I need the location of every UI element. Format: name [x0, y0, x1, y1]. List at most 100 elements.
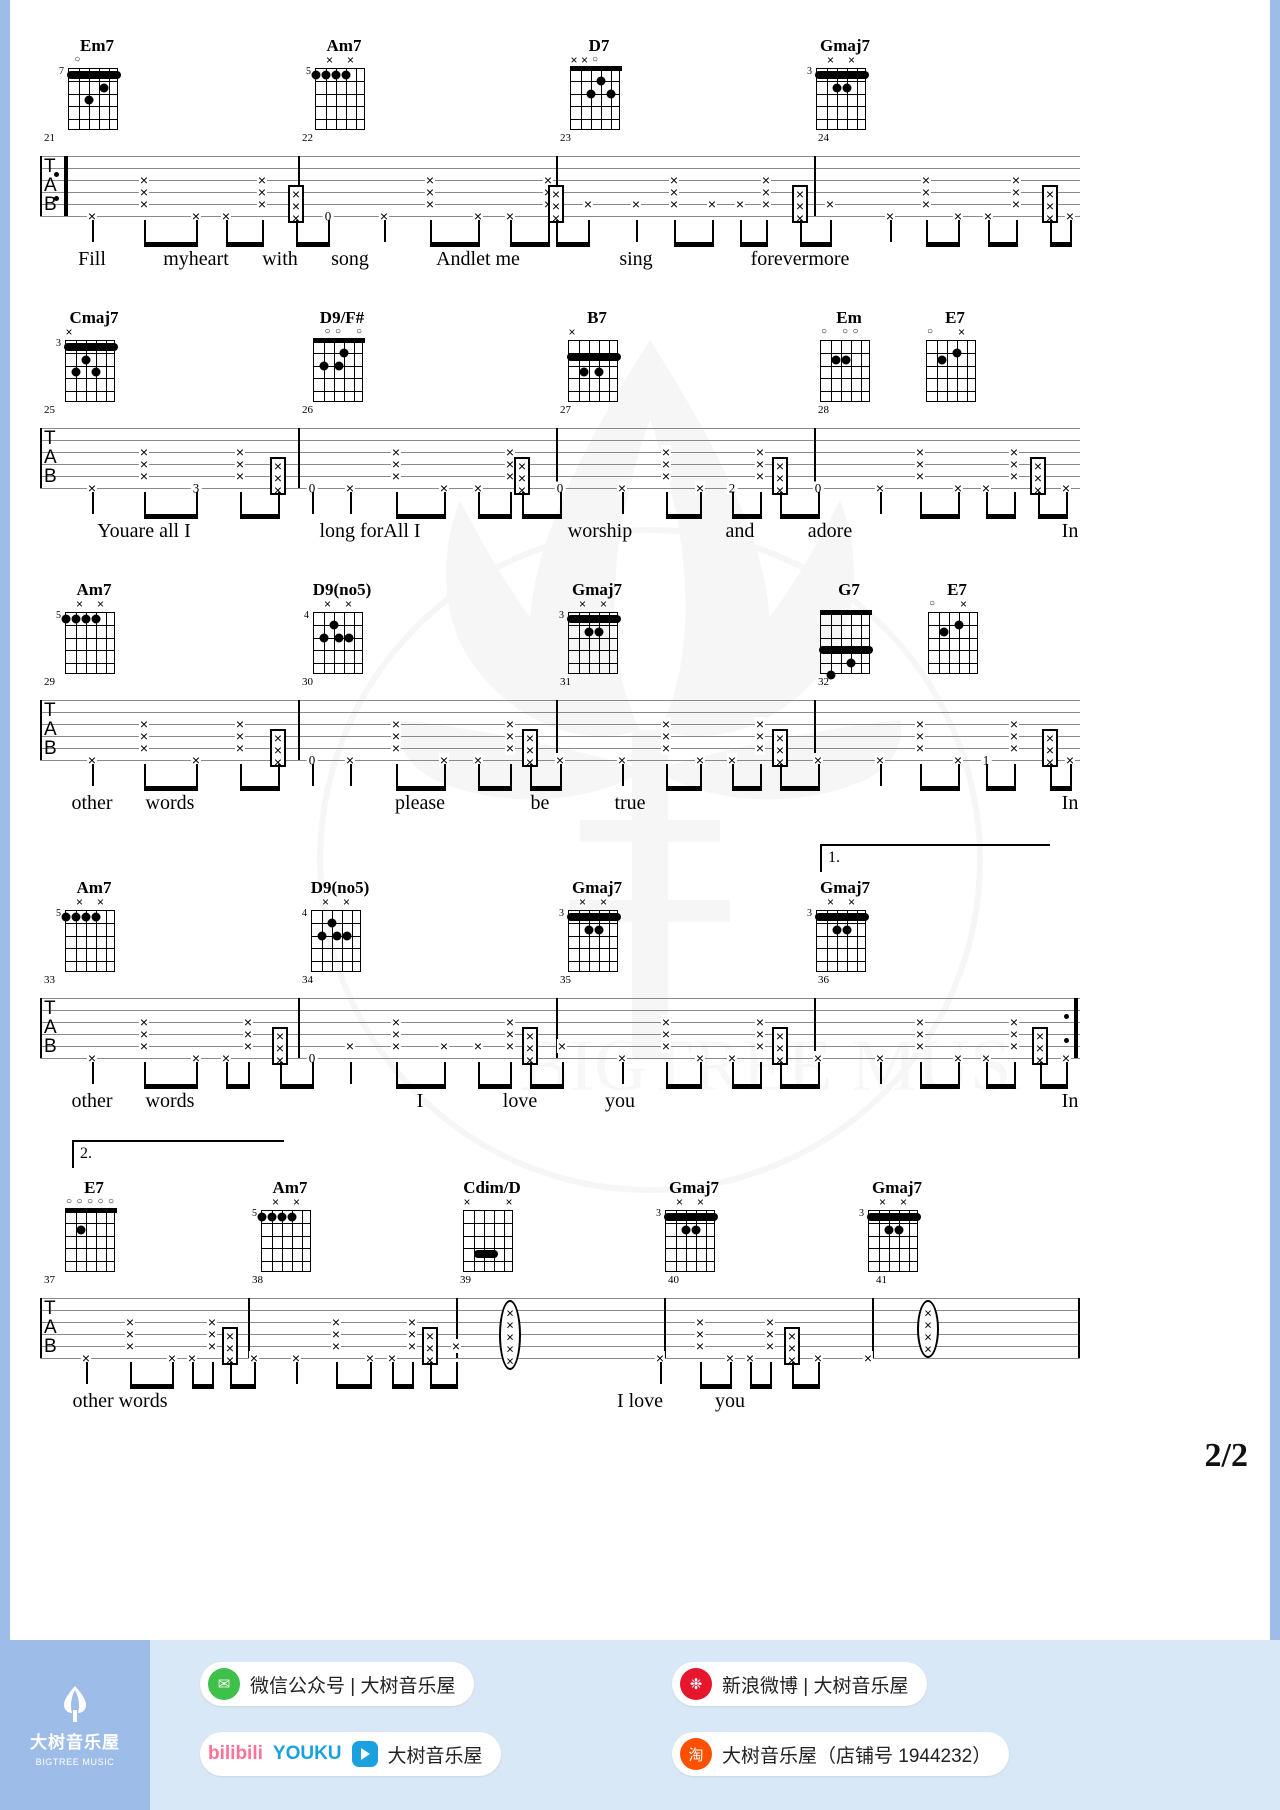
- beam: [226, 242, 264, 247]
- note-stem: [1014, 1062, 1016, 1086]
- note-stem: [456, 1362, 458, 1386]
- chord-open-mute-markers: × ×: [578, 597, 608, 611]
- tab-staff: T A B 21 22 23 24 × × × × × × × × × × × × 0 × × × × × × × × × × × × × × × ×…: [40, 132, 1080, 225]
- chord-name: Em: [836, 308, 862, 327]
- lyric-word: and: [725, 520, 755, 542]
- tree-logo-icon: [52, 1684, 98, 1724]
- measure-number: 36: [818, 974, 829, 986]
- muted-note: ×: [504, 1038, 516, 1054]
- tab-clef-letter: T: [44, 428, 56, 449]
- note-stem: [800, 220, 802, 244]
- chord-diagram-e7: E7 ○ ○ ○ ○ ○: [57, 1178, 131, 1276]
- chord-fretboard: [926, 340, 984, 406]
- lyric-word: you: [605, 1090, 635, 1112]
- chord-fretboard: [463, 1210, 521, 1276]
- chord-fret-number: 5: [252, 1208, 257, 1219]
- beam: [926, 242, 960, 247]
- beam: [230, 1384, 256, 1389]
- chord-diagram-cdim-d: Cdim/D × ×: [455, 1178, 529, 1276]
- chord-fretboard: 3: [559, 909, 626, 976]
- chord-name: Gmaj7: [819, 36, 871, 55]
- note-stem: [144, 1062, 146, 1086]
- note-stem: [478, 764, 480, 788]
- note-stem: [350, 492, 352, 514]
- muted-strum-box: × × ×: [772, 729, 788, 769]
- note-stem: [622, 764, 624, 786]
- footer-item-weibo[interactable]: ❉ 新浪微博 | 大树音乐屋: [672, 1662, 927, 1706]
- note-stem: [92, 1062, 94, 1084]
- lyric-word: adore: [807, 520, 853, 542]
- muted-note: ×: [424, 196, 436, 212]
- note-stem: [444, 1062, 446, 1086]
- chord-fret-number: 5: [56, 610, 61, 621]
- chord-name: E7: [84, 1178, 104, 1197]
- beam: [144, 786, 198, 791]
- chord-open-mute-markers: × ×: [878, 1195, 908, 1209]
- play-icon: [351, 1741, 378, 1767]
- finger-dot: [342, 931, 352, 941]
- note-stem: [278, 492, 280, 516]
- beam: [478, 514, 512, 519]
- note-stem: [988, 220, 990, 244]
- note-stem: [254, 1362, 256, 1386]
- beam: [732, 1084, 762, 1089]
- chord-open-mute-markers: × ×: [323, 597, 353, 611]
- finger-dot: [681, 1225, 691, 1235]
- chord-open-mute-markers: ○: [74, 54, 81, 65]
- footer-item-bilibili-youku[interactable]: bilibili YOUKU 大树音乐屋: [200, 1732, 501, 1776]
- footer-bar: 大树音乐屋 BIGTREE MUSIC ✉ 微信公众号 | 大树音乐屋 bili…: [0, 1640, 1280, 1810]
- barre-marker: [815, 71, 869, 80]
- tab-clef-letter: A: [44, 1317, 57, 1338]
- note-stem: [522, 492, 524, 516]
- fret-grid: [567, 340, 621, 402]
- note-stem: [660, 1362, 662, 1384]
- note-stem: [818, 764, 820, 788]
- footer-item-wechat[interactable]: ✉ 微信公众号 | 大树音乐屋: [200, 1662, 474, 1706]
- repeat-end-barline: [1074, 998, 1078, 1058]
- finger-dot: [954, 620, 964, 630]
- finger-dot: [841, 355, 851, 365]
- tab-staff: T A B 37 38 39 40 41 × × × × × × × × × × × × × × × × × × × × × × × × × × ×…: [40, 1274, 1080, 1370]
- note-stem: [732, 764, 734, 788]
- finger-dot: [842, 83, 852, 93]
- fret-grid: [65, 1208, 117, 1272]
- volta-bracket-2: 2.: [72, 1140, 284, 1168]
- chord-diagram-d9-f-: D9/F# ○ ○ ○: [305, 308, 379, 406]
- note-stem: [144, 764, 146, 788]
- note-stem: [92, 220, 94, 242]
- muted-note: ×: [138, 1038, 150, 1054]
- note-stem: [1066, 492, 1068, 516]
- chord-open-mute-markers: × ×: [321, 895, 351, 909]
- chord-name: Am7: [272, 1178, 308, 1197]
- footer-item-taobao[interactable]: 淘 大树音乐屋（店铺号 1944232）: [672, 1732, 1010, 1776]
- staff-start-barline: [40, 428, 42, 488]
- chord-open-mute-markers: ○ ○ ○: [820, 326, 859, 337]
- muted-note: ×: [914, 740, 926, 756]
- footer-item-video-label: 大树音乐屋: [387, 1745, 483, 1767]
- note-stem: [296, 220, 298, 244]
- chord-name: E7: [945, 308, 965, 327]
- note-stem: [444, 764, 446, 788]
- note-stem: [588, 220, 590, 244]
- note-stem: [172, 1362, 174, 1386]
- barline: [298, 998, 300, 1058]
- chord-diagram-b7: B7 ×: [560, 308, 634, 406]
- chord-fretboard: [819, 610, 878, 680]
- finger-dot: [311, 70, 321, 80]
- finger-dot: [91, 912, 101, 922]
- finger-dot: [832, 83, 842, 93]
- fret-grid: [311, 68, 365, 130]
- staff-end-barline: [1078, 1298, 1080, 1358]
- chord-diagram-row: Em7 ○ 7 Am7 × × 5 D7 × × ○ Gmaj7 × × 3: [0, 36, 1280, 146]
- finger-dot: [277, 1212, 287, 1222]
- chord-fretboard: 5: [56, 611, 123, 678]
- note-stem: [144, 492, 146, 516]
- chord-diagram-row: Cmaj7 × 3 D9/F# ○ ○ ○ B7 × Em ○ ○ ○ E7 ○ ×: [0, 308, 1280, 418]
- chord-fret-number: 5: [306, 66, 311, 77]
- note-stem: [262, 220, 264, 244]
- chord-diagram-row: Am7 × × 5 D9(no5) × × 4 Gmaj7 × × 3 Gmaj7 × × 3: [0, 878, 1280, 988]
- note-stem: [1038, 492, 1040, 516]
- muted-note: ×: [920, 196, 932, 212]
- barline: [814, 428, 816, 488]
- note-stem: [278, 764, 280, 788]
